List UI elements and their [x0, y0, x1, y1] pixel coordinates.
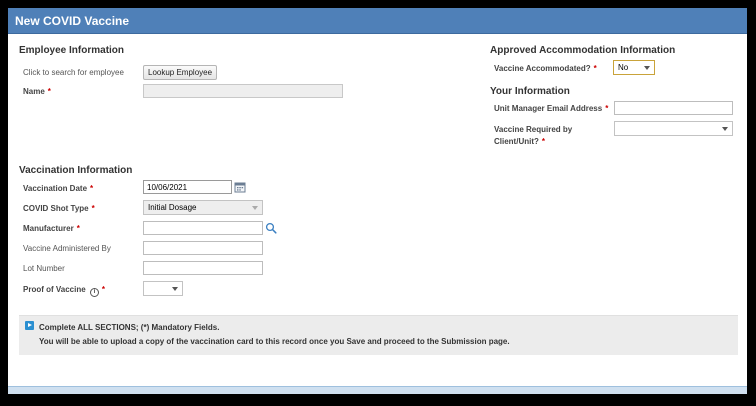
name-field[interactable]: [143, 84, 343, 98]
title-bar: New COVID Vaccine: [8, 8, 747, 34]
chevron-down-icon: [172, 287, 178, 291]
manager-email-label: Unit Manager Email Address *: [494, 104, 609, 113]
vaccine-accommodated-select[interactable]: No: [613, 60, 655, 75]
help-circle-icon[interactable]: i: [89, 288, 99, 297]
vaccine-accommodated-label: Vaccine Accommodated? *: [494, 64, 597, 73]
chevron-down-icon: [252, 206, 258, 210]
bottom-toolbar: [8, 386, 747, 394]
employee-section-heading: Employee Information: [19, 45, 125, 56]
vaccine-accommodated-value: No: [618, 63, 629, 72]
your-info-section-heading: Your Information: [490, 86, 570, 97]
form-window: New COVID Vaccine Employee Information C…: [8, 8, 747, 394]
chevron-down-icon: [722, 127, 728, 131]
chevron-down-icon: [644, 66, 650, 70]
name-label: Name *: [23, 87, 51, 96]
vaccination-section-heading: Vaccination Information: [19, 165, 133, 176]
manufacturer-label: Manufacturer *: [23, 224, 80, 233]
vaccine-required-label: Vaccine Required by Client/Unit? *: [494, 125, 573, 146]
covid-shot-type-value: Initial Dosage: [148, 203, 197, 212]
lookup-employee-button[interactable]: Lookup Employee: [143, 65, 218, 80]
info-icon: [25, 321, 34, 330]
vaccination-date-label: Vaccination Date *: [23, 184, 94, 193]
calendar-icon[interactable]: [234, 181, 246, 193]
lot-number-label: Lot Number: [23, 264, 65, 273]
vaccination-date-field[interactable]: 10/06/2021: [143, 180, 232, 194]
accommodation-section-heading: Approved Accommodation Information: [490, 45, 676, 56]
administered-by-field[interactable]: [143, 241, 263, 255]
manufacturer-field[interactable]: [143, 221, 263, 235]
vaccine-required-select[interactable]: [614, 121, 733, 136]
administered-by-label: Vaccine Administered By: [23, 244, 111, 253]
manager-email-field[interactable]: [614, 101, 733, 115]
covid-shot-type-select[interactable]: Initial Dosage: [143, 200, 263, 215]
instructions-line-1: Complete ALL SECTIONS; (*) Mandatory Fie…: [39, 323, 220, 332]
instructions-line-2: You will be able to upload a copy of the…: [39, 337, 510, 346]
employee-search-hint: Click to search for employee: [23, 68, 124, 77]
window-title: New COVID Vaccine: [15, 14, 130, 28]
proof-of-vaccine-select[interactable]: [143, 281, 183, 296]
proof-of-vaccine-label: Proof of Vaccine i *: [23, 285, 106, 297]
instructions-message-box: Complete ALL SECTIONS; (*) Mandatory Fie…: [19, 315, 738, 355]
covid-shot-type-label: COVID Shot Type *: [23, 204, 95, 213]
search-icon[interactable]: [265, 222, 277, 234]
lot-number-field[interactable]: [143, 261, 263, 275]
